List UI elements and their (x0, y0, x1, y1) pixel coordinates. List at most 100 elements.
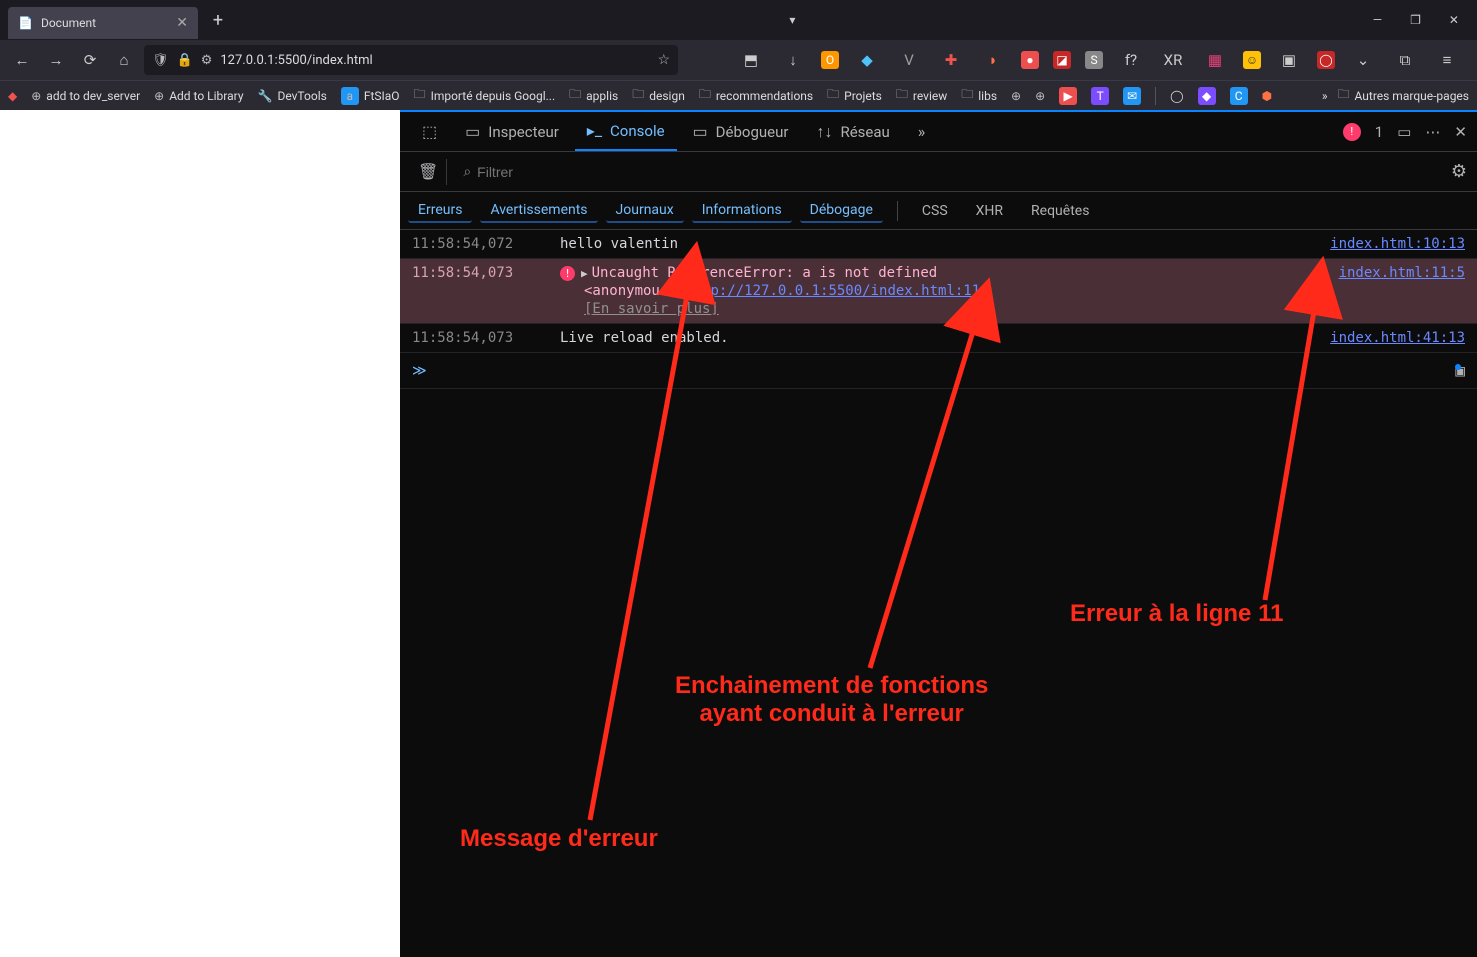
bookmark-github[interactable]: ◯ (1170, 89, 1183, 103)
ext-icon-1[interactable]: ↓ (779, 46, 807, 74)
tab-network[interactable]: ↑↓ Réseau (804, 112, 901, 151)
home-button[interactable]: ⌂ (110, 46, 138, 74)
new-tab-button[interactable]: + (204, 6, 232, 34)
ext-icon-11[interactable]: XR (1159, 46, 1187, 74)
globe-icon: ⊕ (1011, 89, 1021, 103)
folder-icon: 🗀 (569, 85, 581, 106)
source-location-link[interactable]: index.html:10:13 (1330, 236, 1465, 252)
cat-css[interactable]: CSS (912, 200, 958, 222)
timestamp: 11:58:54,073 (412, 265, 542, 281)
bookmark-folder-design[interactable]: 🗀 design (632, 85, 685, 106)
permissions-icon[interactable]: ⚙ (201, 53, 213, 68)
filter-input[interactable] (477, 164, 677, 180)
error-count-badge[interactable]: ! (1343, 123, 1361, 141)
expand-icon[interactable]: ▶ (581, 267, 588, 280)
ext-icon-10[interactable]: f? (1117, 46, 1145, 74)
cat-logs[interactable]: Journaux (606, 199, 684, 223)
bookmark-folder-recommendations[interactable]: 🗀 recommendations (699, 85, 813, 106)
bookmark-folder-review[interactable]: 🗀 review (896, 85, 947, 106)
stack-url-link[interactable]: http://127.0.0.1:5500/index.html:11 (685, 283, 980, 299)
ext-icon-7[interactable]: ● (1021, 51, 1039, 69)
bookmark-label: review (913, 89, 947, 103)
cat-warnings[interactable]: Avertissements (480, 199, 597, 223)
cat-xhr[interactable]: XHR (966, 200, 1013, 222)
inspector-icon: ▭ (465, 122, 480, 141)
cat-debug[interactable]: Débogage (800, 199, 883, 223)
url-bar[interactable]: 🛡 🔒 ⚙ 127.0.0.1:5500/index.html ☆ (144, 45, 678, 75)
source-location-link[interactable]: index.html:11:5 (1339, 265, 1465, 281)
bookmark-globe-2[interactable]: ⊕ (1035, 89, 1045, 103)
ext-icon-12[interactable]: ▦ (1201, 46, 1229, 74)
bookmark-figma[interactable]: ⬢ (1262, 89, 1272, 103)
console-output: 11:58:54,072 hello valentin index.html:1… (400, 230, 1477, 957)
tabs-overflow[interactable]: » (906, 112, 938, 151)
console-prompt[interactable]: ≫ ▣ (400, 353, 1477, 389)
bookmark-star-icon[interactable]: ☆ (657, 52, 670, 68)
ext-icon-14[interactable]: ▣ (1275, 46, 1303, 74)
ext-icon-0[interactable]: ⬒ (737, 46, 765, 74)
other-bookmarks[interactable]: 🗀 Autres marque-pages (1338, 85, 1470, 106)
ext-icon-18[interactable]: ≡ (1433, 46, 1461, 74)
close-window-button[interactable]: ✕ (1449, 13, 1459, 27)
bookmark-yt[interactable]: ▶ (1059, 87, 1077, 105)
reload-button[interactable]: ⟳ (76, 46, 104, 74)
bookmark-folder-projets[interactable]: 🗀 Projets (827, 85, 882, 106)
shield-icon[interactable]: 🛡 (152, 53, 169, 68)
wrench-icon: 🔧 (258, 89, 273, 103)
bookmark-twitch[interactable]: T (1091, 87, 1109, 105)
bookmark-folder-libs[interactable]: 🗀 libs (961, 85, 997, 106)
console-log-row: 11:58:54,072 hello valentin index.html:1… (400, 230, 1477, 259)
error-message: Uncaught ReferenceError: a is not define… (592, 265, 938, 281)
restore-button[interactable]: ❐ (1410, 13, 1421, 27)
clear-console-button[interactable]: 🗑 (410, 159, 447, 185)
cat-requests[interactable]: Requêtes (1021, 200, 1099, 222)
bookmark-devtools[interactable]: 🔧 DevTools (258, 89, 327, 103)
folder-icon: 🗀 (699, 85, 711, 106)
ext-icon-16[interactable]: ⌄ (1349, 46, 1377, 74)
minimize-button[interactable]: — (1373, 13, 1382, 27)
forward-button[interactable]: → (42, 46, 70, 74)
console-settings-button[interactable]: ⚙ (1451, 161, 1467, 182)
bookmark-globe-1[interactable]: ⊕ (1011, 89, 1021, 103)
bookmark-folder-applis[interactable]: 🗀 applis (569, 85, 618, 106)
tab-debugger[interactable]: ▭ Débogueur (681, 112, 801, 151)
devtools-close-icon[interactable]: ✕ (1454, 123, 1467, 141)
ext-icon-9[interactable]: S (1085, 51, 1103, 69)
ext-icon-2[interactable]: O (821, 51, 839, 69)
ext-icon-13[interactable]: ☺ (1243, 51, 1261, 69)
youtube-icon: ▶ (1059, 87, 1077, 105)
ext-icon-15[interactable]: ◯ (1317, 51, 1335, 69)
bookmark-folder-import[interactable]: 🗀 Importé depuis Googl... (414, 85, 556, 106)
responsive-design-icon[interactable]: ▭ (1397, 123, 1411, 141)
ext-icon-6[interactable]: ◗ (979, 46, 1007, 74)
titlebar: 📄 Document ✕ + ▾ — ❐ ✕ (0, 0, 1477, 40)
tab-inspector[interactable]: ▭ Inspecteur (453, 112, 571, 151)
bookmark-app2[interactable]: C (1230, 87, 1248, 105)
back-button[interactable]: ← (8, 46, 36, 74)
bookmark-outlook[interactable]: ✉ (1123, 87, 1141, 105)
bookmark-ftsiao[interactable]: a FtSIaO (341, 87, 400, 105)
source-location-link[interactable]: index.html:41:13 (1330, 330, 1465, 346)
ext-icon-5[interactable]: ✚ (937, 46, 965, 74)
app-icon: ◆ (1198, 87, 1216, 105)
cat-errors[interactable]: Erreurs (408, 199, 472, 223)
browser-tab[interactable]: 📄 Document ✕ (8, 7, 198, 39)
ext-icon-17[interactable]: ⧉ (1391, 46, 1419, 74)
cat-info[interactable]: Informations (692, 199, 792, 223)
ext-icon-4[interactable]: V (895, 46, 923, 74)
tabs-dropdown-icon[interactable]: ▾ (789, 13, 795, 27)
devtools-menu-icon[interactable]: ⋯ (1425, 123, 1440, 141)
url-text[interactable]: 127.0.0.1:5500/index.html (220, 53, 649, 68)
bookmark-app1[interactable]: ◆ (1198, 87, 1216, 105)
learn-more-link[interactable]: [En savoir plus] (584, 301, 719, 317)
bookmark-add-dev-server[interactable]: ⊕ add to dev_server (31, 89, 140, 103)
bookmark-add-to-library[interactable]: ⊕ Add to Library (154, 89, 243, 103)
close-tab-icon[interactable]: ✕ (176, 15, 188, 31)
ext-icon-3[interactable]: ◆ (853, 46, 881, 74)
tab-console[interactable]: ▸_ Console (575, 112, 677, 151)
ext-icon-8[interactable]: ◪ (1053, 51, 1071, 69)
lock-icon[interactable]: 🔒 (177, 53, 193, 68)
element-picker-button[interactable]: ⬚ (410, 112, 449, 151)
pocket-icon[interactable]: ◆ (8, 89, 17, 103)
bookmarks-overflow[interactable]: » (1322, 89, 1328, 103)
